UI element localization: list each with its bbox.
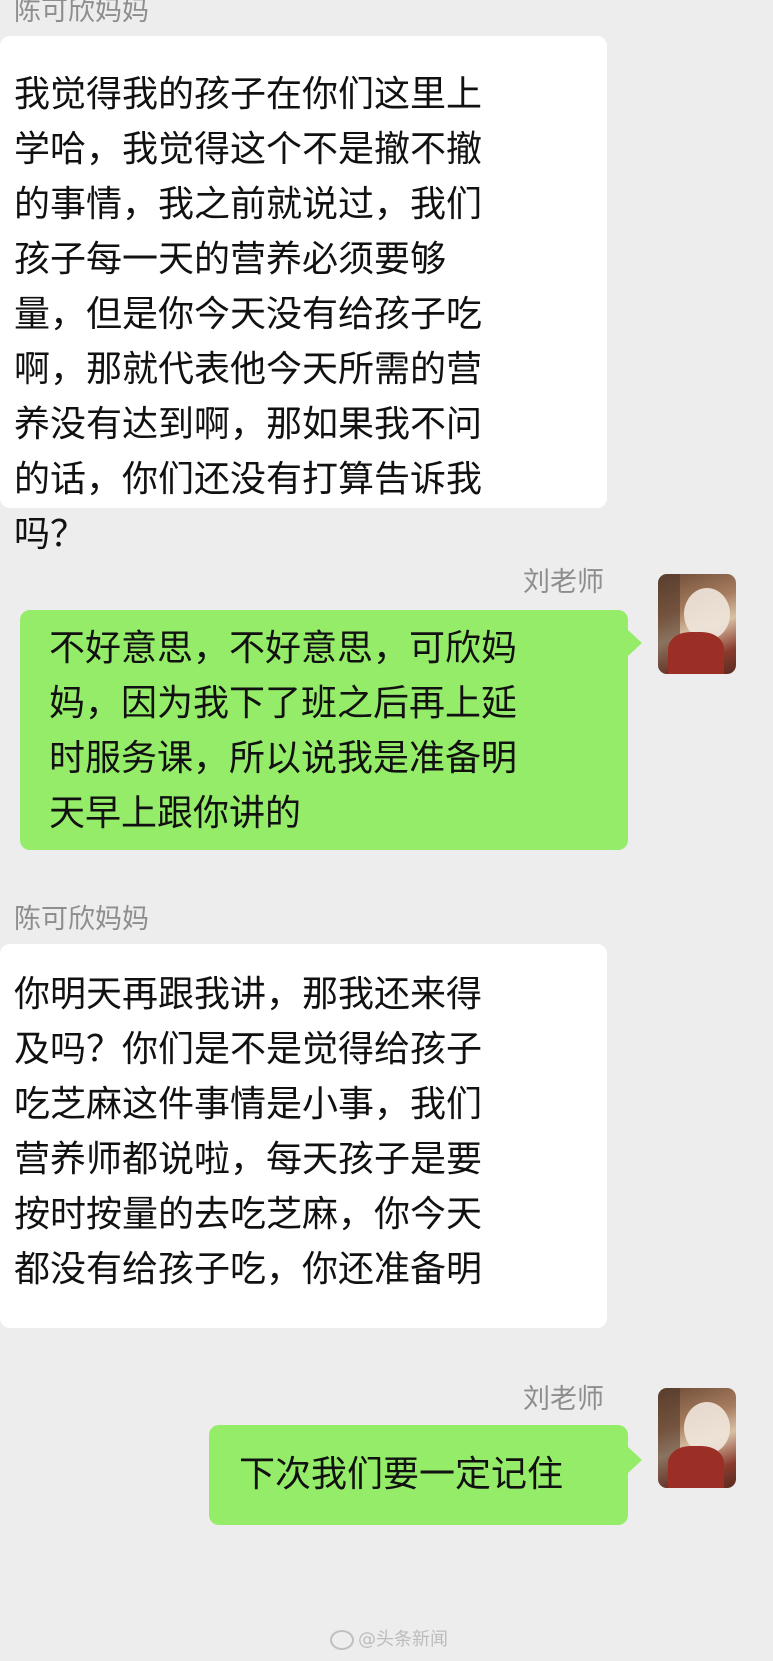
message-bubble-incoming[interactable]: 我觉得我的孩子在你们这里上 学哈，我觉得这个不是撤不撤 的事情，我之前就说过，我… <box>0 36 607 555</box>
message-bubble-outgoing[interactable]: 不好意思，不好意思，可欣妈 妈，因为我下了班之后再上延 时服务课，所以说我是准备… <box>20 610 628 850</box>
message-text-line: 吗？ <box>14 514 87 555</box>
message-bubble-outgoing[interactable]: 下次我们要一定记住 <box>209 1425 628 1525</box>
message-text-line: 学哈，我觉得这个不是撤不撤 <box>14 129 483 170</box>
message-text-line: 啊，那就代表他今天所需的营 <box>14 349 483 390</box>
watermark: @头条新闻 <box>330 1625 448 1651</box>
message-text-line: 的事情，我之前就说过，我们 <box>14 184 483 225</box>
message-text-line: 妈，因为我下了班之后再上延 <box>49 683 518 724</box>
message-text-line: 我觉得我的孩子在你们这里上 <box>14 74 483 115</box>
message-text-line: 不好意思，不好意思，可欣妈 <box>49 628 518 669</box>
sender-name: 刘老师 <box>523 567 604 598</box>
message-text-line: 量，但是你今天没有给孩子吃 <box>14 294 483 335</box>
message-text-line: 你明天再跟我讲，那我还来得 <box>14 974 483 1015</box>
message-text-line: 营养师都说啦，每天孩子是要 <box>14 1139 483 1180</box>
message-text-line: 下次我们要一定记住 <box>239 1454 564 1495</box>
teacher-avatar[interactable] <box>658 574 736 674</box>
message-text-line: 按时按量的去吃芝麻，你今天 <box>14 1194 483 1235</box>
sender-name: 陈可欣妈妈 <box>14 0 149 27</box>
weibo-icon <box>330 1630 354 1650</box>
message-text-line: 的话，你们还没有打算告诉我 <box>14 459 483 500</box>
message-text-line: 及吗？你们是不是觉得给孩子 <box>14 1029 483 1070</box>
message-text-line: 养没有达到啊，那如果我不问 <box>14 404 483 445</box>
message-text-line: 天早上跟你讲的 <box>49 793 302 834</box>
message-bubble-incoming[interactable]: 你明天再跟我讲，那我还来得 及吗？你们是不是觉得给孩子 吃芝麻这件事情是小事，我… <box>0 944 607 1328</box>
bubble-tail <box>628 1447 642 1473</box>
message-text-line: 都没有给孩子吃，你还准备明 <box>14 1249 483 1290</box>
sender-name: 刘老师 <box>523 1384 604 1415</box>
message-text-line: 时服务课，所以说我是准备明 <box>49 738 518 779</box>
sender-name: 陈可欣妈妈 <box>14 904 149 935</box>
message-text-line: 孩子每一天的营养必须要够 <box>14 239 447 280</box>
message-text-line: 吃芝麻这件事情是小事，我们 <box>14 1084 483 1125</box>
teacher-avatar[interactable] <box>658 1388 736 1488</box>
bubble-tail <box>628 630 642 656</box>
watermark-text: @头条新闻 <box>358 1629 448 1650</box>
